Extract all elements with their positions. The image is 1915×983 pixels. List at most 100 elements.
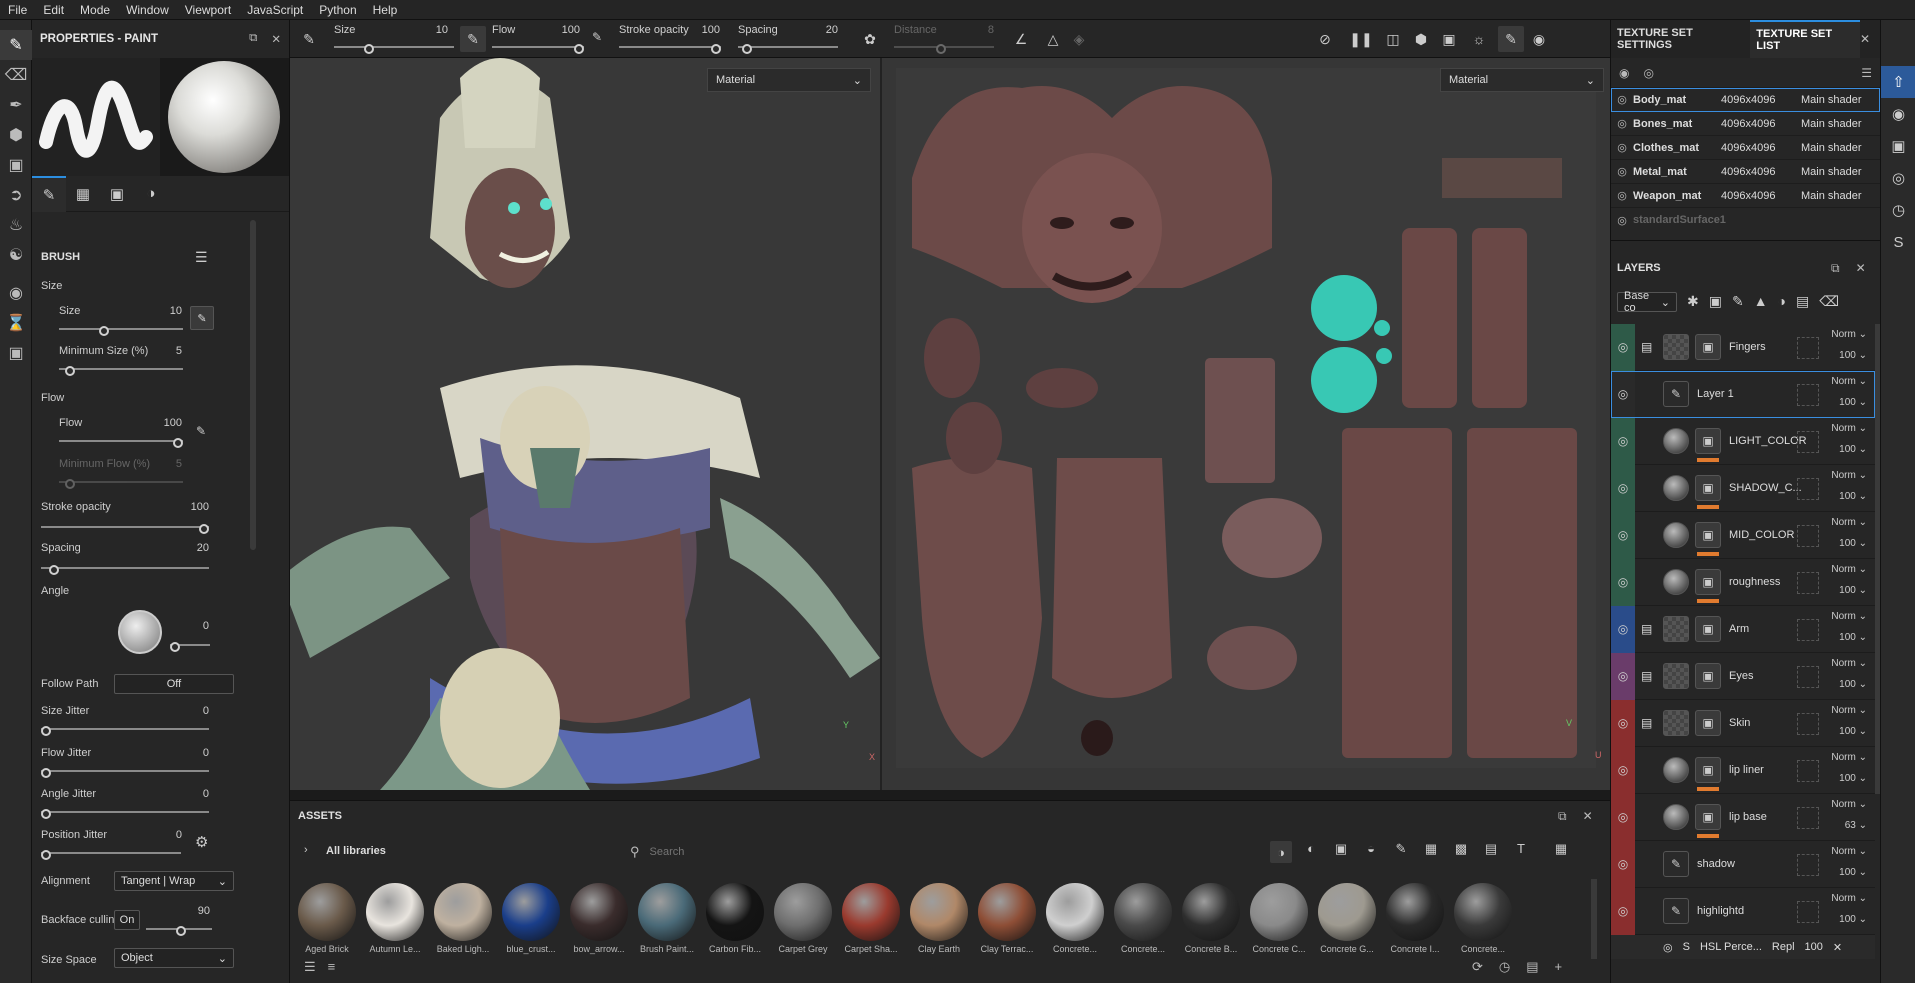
measure-tool-icon[interactable]: ⌛ [0, 308, 32, 338]
close-icon[interactable]: ✕ [1833, 941, 1842, 954]
grid-view-icon[interactable]: ▦ [1550, 841, 1572, 863]
close-icon[interactable]: ✕ [1856, 261, 1866, 276]
eye-icon[interactable]: ◎ [1611, 464, 1635, 512]
history-icon[interactable]: ◷ [1881, 194, 1915, 226]
render-tool-icon[interactable]: ▣ [0, 338, 32, 368]
stroke-opacity-value[interactable]: 100 [172, 501, 209, 513]
layer-row[interactable]: ◎ ▤ ▣ Eyes Norm ⌄ 100 ⌄ [1611, 652, 1875, 700]
layer-blend-mode[interactable]: Norm ⌄ [1831, 705, 1867, 716]
filter-effect-row[interactable]: ◎ S HSL Perce... Repl 100 ✕ [1611, 935, 1875, 959]
layer-mask-icon[interactable]: ▣ [1695, 522, 1721, 548]
layer-opacity[interactable]: 63 ⌄ [1845, 820, 1867, 831]
flow-jitter-value[interactable]: 0 [172, 747, 209, 759]
add-effect-icon[interactable]: ✱ [1687, 293, 1699, 310]
alphas-filter-icon[interactable]: ▦ [1420, 841, 1442, 863]
eye-icon[interactable]: ◎ [1611, 117, 1633, 130]
menu-item-python[interactable]: Python [311, 3, 364, 17]
layer-row[interactable]: ◎ ✎ highlightd Norm ⌄ 100 ⌄ [1611, 887, 1875, 935]
display-settings-icon[interactable]: ◉ [1881, 98, 1915, 130]
layer-row[interactable]: ◎ ▣ LIGHT_COLOR Norm ⌄ 100 ⌄ [1611, 417, 1875, 465]
texture-set-row[interactable]: ◎ Bones_mat 4096x4096 Main shader [1611, 112, 1880, 136]
toolbar-flow-slider[interactable] [492, 44, 584, 54]
toolbar-flow-value[interactable]: 100 [552, 24, 580, 36]
layer-blend-mode[interactable]: Norm ⌄ [1831, 799, 1867, 810]
paint-mode-icon[interactable]: ✎ [1498, 26, 1524, 52]
eye-icon[interactable]: ◎ [1611, 840, 1635, 888]
shader-settings-icon[interactable]: ▣ [1881, 130, 1915, 162]
materials-filter-icon[interactable]: ◑ [1270, 841, 1292, 863]
layer-blend-mode[interactable]: Norm ⌄ [1831, 611, 1867, 622]
eye-icon[interactable]: ◎ [1611, 417, 1635, 465]
asset-item[interactable]: Clay Earth [908, 883, 970, 955]
polygon-fill-icon[interactable]: ⬢ [0, 120, 32, 150]
layer-mask-placeholder[interactable] [1797, 619, 1819, 641]
layer-blend-mode[interactable]: Norm ⌄ [1831, 470, 1867, 481]
eye-icon[interactable]: ◎ [1611, 699, 1635, 747]
text-filter-icon[interactable]: T [1510, 841, 1532, 863]
layer-mask-placeholder[interactable] [1797, 525, 1819, 547]
history-icon[interactable]: ◷ [1499, 959, 1510, 975]
viewport-2d-mode-dropdown[interactable]: Material ⌄ [1440, 68, 1604, 92]
texture-set-shader[interactable]: Main shader [1801, 190, 1871, 202]
folder-icon[interactable]: ▤ [1526, 959, 1538, 975]
asset-item[interactable]: Carpet Sha... [840, 883, 902, 955]
asset-item[interactable]: Carbon Fib... [704, 883, 766, 955]
smudge-tool-icon[interactable]: ▣ [0, 150, 32, 180]
asset-item[interactable]: Concrete G... [1316, 883, 1378, 955]
size-space-dropdown[interactable]: Object ⌄ [114, 948, 234, 968]
toolbar-spacing-value[interactable]: 20 [810, 24, 838, 36]
texture-set-row[interactable]: ◎ Body_mat 4096x4096 Main shader [1611, 88, 1880, 112]
environments-filter-icon[interactable]: ▤ [1480, 841, 1502, 863]
masks-filter-icon[interactable]: ▣ [1330, 841, 1352, 863]
close-icon[interactable]: ✕ [1860, 32, 1870, 46]
menu-item-viewport[interactable]: Viewport [177, 3, 239, 17]
layer-mask-placeholder[interactable] [1797, 854, 1819, 876]
alignment-dropdown[interactable]: Tangent | Wrap ⌄ [114, 871, 234, 891]
layer-opacity[interactable]: 100 ⌄ [1839, 350, 1867, 361]
close-icon[interactable]: ✕ [1583, 809, 1593, 824]
assets-scrollbar[interactable] [1591, 879, 1597, 959]
iray-render-icon[interactable]: ☼ [1466, 26, 1492, 52]
layer-opacity[interactable]: 100 ⌄ [1839, 491, 1867, 502]
texture-set-row[interactable]: ◎ Metal_mat 4096x4096 Main shader [1611, 160, 1880, 184]
visibility-mixed-icon[interactable]: ◉ [1619, 66, 1629, 80]
assets-list-icon[interactable]: ≡ [328, 959, 336, 975]
layer-mask-placeholder[interactable] [1797, 760, 1819, 782]
jitter-settings-gear-icon[interactable]: ⚙ [195, 833, 208, 851]
viewport-3d-mode-dropdown[interactable]: Material ⌄ [707, 68, 871, 92]
asset-item[interactable]: Concrete... [1452, 883, 1514, 955]
flow-pressure-icon[interactable]: ✎ [196, 424, 206, 438]
layer-row[interactable]: ◎ ▣ lip liner Norm ⌄ 100 ⌄ [1611, 746, 1875, 794]
generators-filter-icon[interactable]: ◒ [1360, 841, 1382, 863]
layer-mask-icon[interactable]: ▣ [1695, 569, 1721, 595]
layer-mask-icon[interactable]: ▣ [1695, 663, 1721, 689]
eye-icon[interactable]: ◎ [1611, 93, 1633, 106]
flow-pressure-icon[interactable]: ✎ [592, 30, 602, 44]
layer-row[interactable]: ◎ ▣ roughness Norm ⌄ 100 ⌄ [1611, 558, 1875, 606]
close-icon[interactable]: ✕ [271, 32, 281, 46]
min-size-value[interactable]: 5 [152, 345, 182, 357]
layer-blend-mode[interactable]: Norm ⌄ [1831, 846, 1867, 857]
toolbar-spacing-slider[interactable] [738, 44, 838, 54]
layer-mask-icon[interactable]: ▣ [1695, 710, 1721, 736]
menu-item-file[interactable]: File [0, 3, 35, 17]
asset-item[interactable]: blue_crust... [500, 883, 562, 955]
layer-mask-placeholder[interactable] [1797, 431, 1819, 453]
split-view-icon[interactable]: ◫ [1380, 26, 1406, 52]
layer-blend-mode[interactable]: Norm ⌄ [1831, 329, 1867, 340]
asset-item[interactable]: Concrete B... [1180, 883, 1242, 955]
layer-mask-placeholder[interactable] [1797, 478, 1819, 500]
layer-mask-icon[interactable]: ▣ [1695, 616, 1721, 642]
eye-icon[interactable]: ◎ [1611, 165, 1633, 178]
refresh-icon[interactable]: ⟳ [1472, 959, 1483, 975]
layer-row[interactable]: ◎ ▣ MID_COLOR Norm ⌄ 100 ⌄ [1611, 511, 1875, 559]
size-jitter-value[interactable]: 0 [172, 705, 209, 717]
menu-item-edit[interactable]: Edit [35, 3, 72, 17]
eye-icon[interactable]: ◎ [1611, 558, 1635, 606]
assets-add-icon[interactable]: ☰ [304, 959, 316, 975]
backface-value[interactable]: 90 [182, 905, 210, 917]
tab-texture-set-list[interactable]: TEXTURE SET LIST [1750, 20, 1860, 58]
alpha-tab-icon[interactable]: ▦ [66, 176, 100, 212]
size-value[interactable]: 10 [152, 305, 182, 317]
layer-opacity[interactable]: 100 ⌄ [1839, 444, 1867, 455]
